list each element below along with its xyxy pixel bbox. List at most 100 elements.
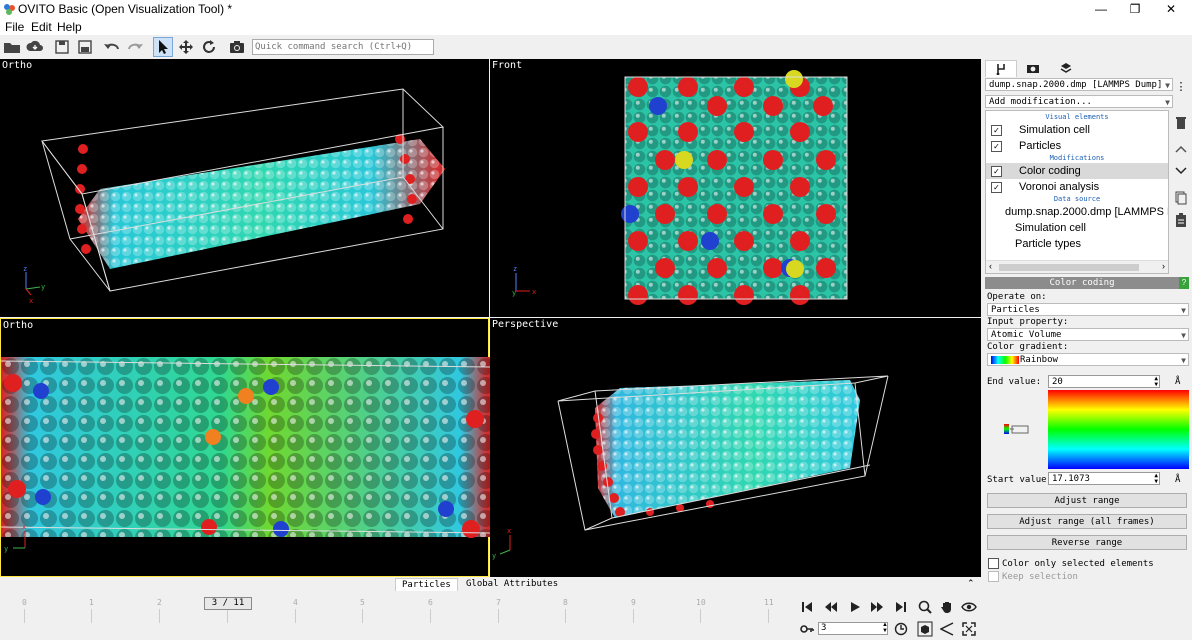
- input-property-dropdown[interactable]: Atomic Volume ▼: [987, 328, 1189, 341]
- copy-icon[interactable]: [1172, 189, 1190, 207]
- tab-particles[interactable]: Particles: [395, 578, 458, 592]
- move-icon[interactable]: [176, 37, 196, 57]
- pan-hand-icon[interactable]: [938, 598, 956, 616]
- next-frame-icon[interactable]: [868, 598, 886, 616]
- pipeline-item-particle-types[interactable]: Particle types: [986, 236, 1168, 252]
- tab-global-attributes[interactable]: Global Attributes: [460, 578, 564, 591]
- spinner-icon[interactable]: ▲ ▼: [882, 622, 888, 634]
- previous-frame-icon[interactable]: [822, 598, 840, 616]
- orbit-eye-icon[interactable]: [960, 598, 978, 616]
- pipeline-tab-icon[interactable]: [985, 60, 1017, 77]
- redo-icon[interactable]: [125, 37, 145, 57]
- operate-on-dropdown[interactable]: Particles ▼: [987, 303, 1189, 316]
- pipeline-item-color-coding[interactable]: ✓ Color coding: [986, 163, 1168, 179]
- timeline-tick: 9: [631, 598, 636, 607]
- timeline-tick: 5: [360, 598, 365, 607]
- checkbox-checked[interactable]: ✓: [991, 166, 1002, 177]
- timeline-tick: 7: [496, 598, 501, 607]
- checkbox-checked[interactable]: ✓: [991, 141, 1002, 152]
- save-as-icon[interactable]: [75, 37, 95, 57]
- keep-selection-checkbox[interactable]: Keep selection: [988, 571, 1078, 582]
- delete-trash-icon[interactable]: [1172, 114, 1190, 132]
- play-icon[interactable]: [846, 598, 864, 616]
- jump-to-start-icon[interactable]: [798, 598, 816, 616]
- open-folder-icon[interactable]: [2, 37, 22, 57]
- menu-edit[interactable]: Edit: [31, 20, 52, 34]
- checkbox-checked[interactable]: ✓: [991, 125, 1002, 136]
- viewport-label[interactable]: Ortho: [2, 60, 32, 71]
- svg-text:x: x: [22, 523, 26, 531]
- viewport-label[interactable]: Front: [492, 60, 522, 71]
- adjust-range-button[interactable]: Adjust range: [987, 493, 1187, 508]
- viewport-ortho-top[interactable]: z y x Ortho: [0, 59, 489, 317]
- menu-help[interactable]: Help: [57, 20, 82, 34]
- input-property-label: Input property:: [987, 317, 1069, 327]
- animation-settings-clock-icon[interactable]: [892, 620, 910, 638]
- timeline-tick: 6: [428, 598, 433, 607]
- scrollbar-thumb[interactable]: [999, 264, 1139, 271]
- section-data-source: Data source: [1053, 195, 1101, 203]
- load-remote-icon[interactable]: [25, 37, 45, 57]
- quick-command-search-input[interactable]: [252, 39, 434, 55]
- minimize-button[interactable]: —: [1086, 1, 1116, 17]
- more-options-icon[interactable]: ⋮: [1172, 77, 1190, 95]
- add-modification-dropdown[interactable]: Add modification... ▼: [985, 95, 1173, 108]
- clipboard-icon[interactable]: [1172, 211, 1190, 229]
- horizontal-scrollbar[interactable]: ‹ ›: [986, 260, 1168, 273]
- maximize-viewport-icon[interactable]: [960, 620, 978, 638]
- svg-text:y: y: [41, 283, 45, 291]
- pipeline-item-voronoi-analysis[interactable]: ✓ Voronoi analysis: [986, 179, 1168, 195]
- save-session-icon[interactable]: [52, 37, 72, 57]
- current-frame-spinner[interactable]: [818, 622, 888, 635]
- data-inspector-tabs: Particles Global Attributes ⌃: [0, 578, 982, 592]
- color-legend-icon[interactable]: [1004, 423, 1030, 438]
- maximize-button[interactable]: ❐: [1120, 1, 1150, 17]
- viewport-front[interactable]: z x y Front: [490, 59, 981, 317]
- color-only-selected-checkbox[interactable]: Color only selected elements: [988, 558, 1154, 569]
- expand-inspector-icon[interactable]: ⌃: [967, 578, 975, 589]
- spinner-icon[interactable]: ▲ ▼: [1154, 376, 1158, 388]
- pipeline-selector[interactable]: dump.snap.2000.dmp [LAMMPS Dump] ▼: [985, 78, 1173, 91]
- animation-key-icon[interactable]: [798, 620, 816, 638]
- adjust-range-all-frames-button[interactable]: Adjust range (all frames): [987, 514, 1187, 529]
- particle-render: z y x: [23, 88, 445, 305]
- render-tab-camera-icon[interactable]: [1018, 60, 1048, 76]
- jump-to-end-icon[interactable]: [892, 598, 910, 616]
- close-button[interactable]: ✕: [1156, 1, 1186, 17]
- pipeline-item-source-simulation-cell[interactable]: Simulation cell: [986, 220, 1168, 236]
- chevron-down-icon: ▼: [1181, 331, 1186, 340]
- start-value-label: Start value:: [987, 475, 1053, 485]
- undo-icon[interactable]: [102, 37, 122, 57]
- animation-timeline[interactable]: 0 1 2 3 4 5 6 7 8 9 10 11 3 / 11: [0, 591, 790, 640]
- svg-text:z: z: [23, 265, 27, 273]
- rotate-icon[interactable]: [199, 37, 219, 57]
- menu-file[interactable]: File: [5, 20, 24, 34]
- pipeline-item-particles[interactable]: ✓ Particles: [986, 138, 1168, 154]
- pipeline-item-simulation-cell[interactable]: ✓ Simulation cell: [986, 122, 1168, 138]
- move-down-icon[interactable]: [1172, 162, 1190, 180]
- reverse-range-button[interactable]: Reverse range: [987, 535, 1187, 550]
- pipeline-item-data-file[interactable]: dump.snap.2000.dmp [LAMMPS Du: [986, 204, 1168, 220]
- move-up-icon[interactable]: [1172, 140, 1190, 158]
- time-slider-handle[interactable]: 3 / 11: [204, 597, 252, 610]
- viewport-label[interactable]: Ortho: [3, 320, 33, 331]
- field-of-view-icon[interactable]: [938, 620, 956, 638]
- zoom-scene-extents-icon[interactable]: [916, 620, 934, 638]
- camera-icon[interactable]: [227, 37, 247, 57]
- viewport-label[interactable]: Perspective: [492, 319, 558, 330]
- viewport-perspective[interactable]: x y Perspective: [490, 318, 981, 577]
- selection-mode-icon[interactable]: [153, 37, 173, 57]
- zoom-icon[interactable]: [916, 598, 934, 616]
- section-modifications: Modifications: [1049, 154, 1105, 162]
- start-value-input[interactable]: 17.1073 ▲ ▼: [1048, 472, 1160, 485]
- help-button[interactable]: ?: [1179, 277, 1189, 289]
- color-gradient-dropdown[interactable]: Rainbow ▼: [987, 353, 1189, 366]
- spinner-icon[interactable]: ▲ ▼: [1154, 473, 1158, 485]
- checkbox-checked[interactable]: ✓: [991, 182, 1002, 193]
- viewport-ortho-bottom[interactable]: x y Ortho: [0, 318, 490, 577]
- end-value-input[interactable]: 20 ▲ ▼: [1048, 375, 1160, 388]
- pipeline-editor-list[interactable]: Visual elements ✓ Simulation cell ✓ Partic…: [985, 110, 1169, 274]
- overlays-tab-layers-icon[interactable]: [1051, 60, 1081, 76]
- scroll-left-icon[interactable]: ‹: [989, 261, 992, 271]
- scroll-right-icon[interactable]: ›: [1162, 261, 1165, 271]
